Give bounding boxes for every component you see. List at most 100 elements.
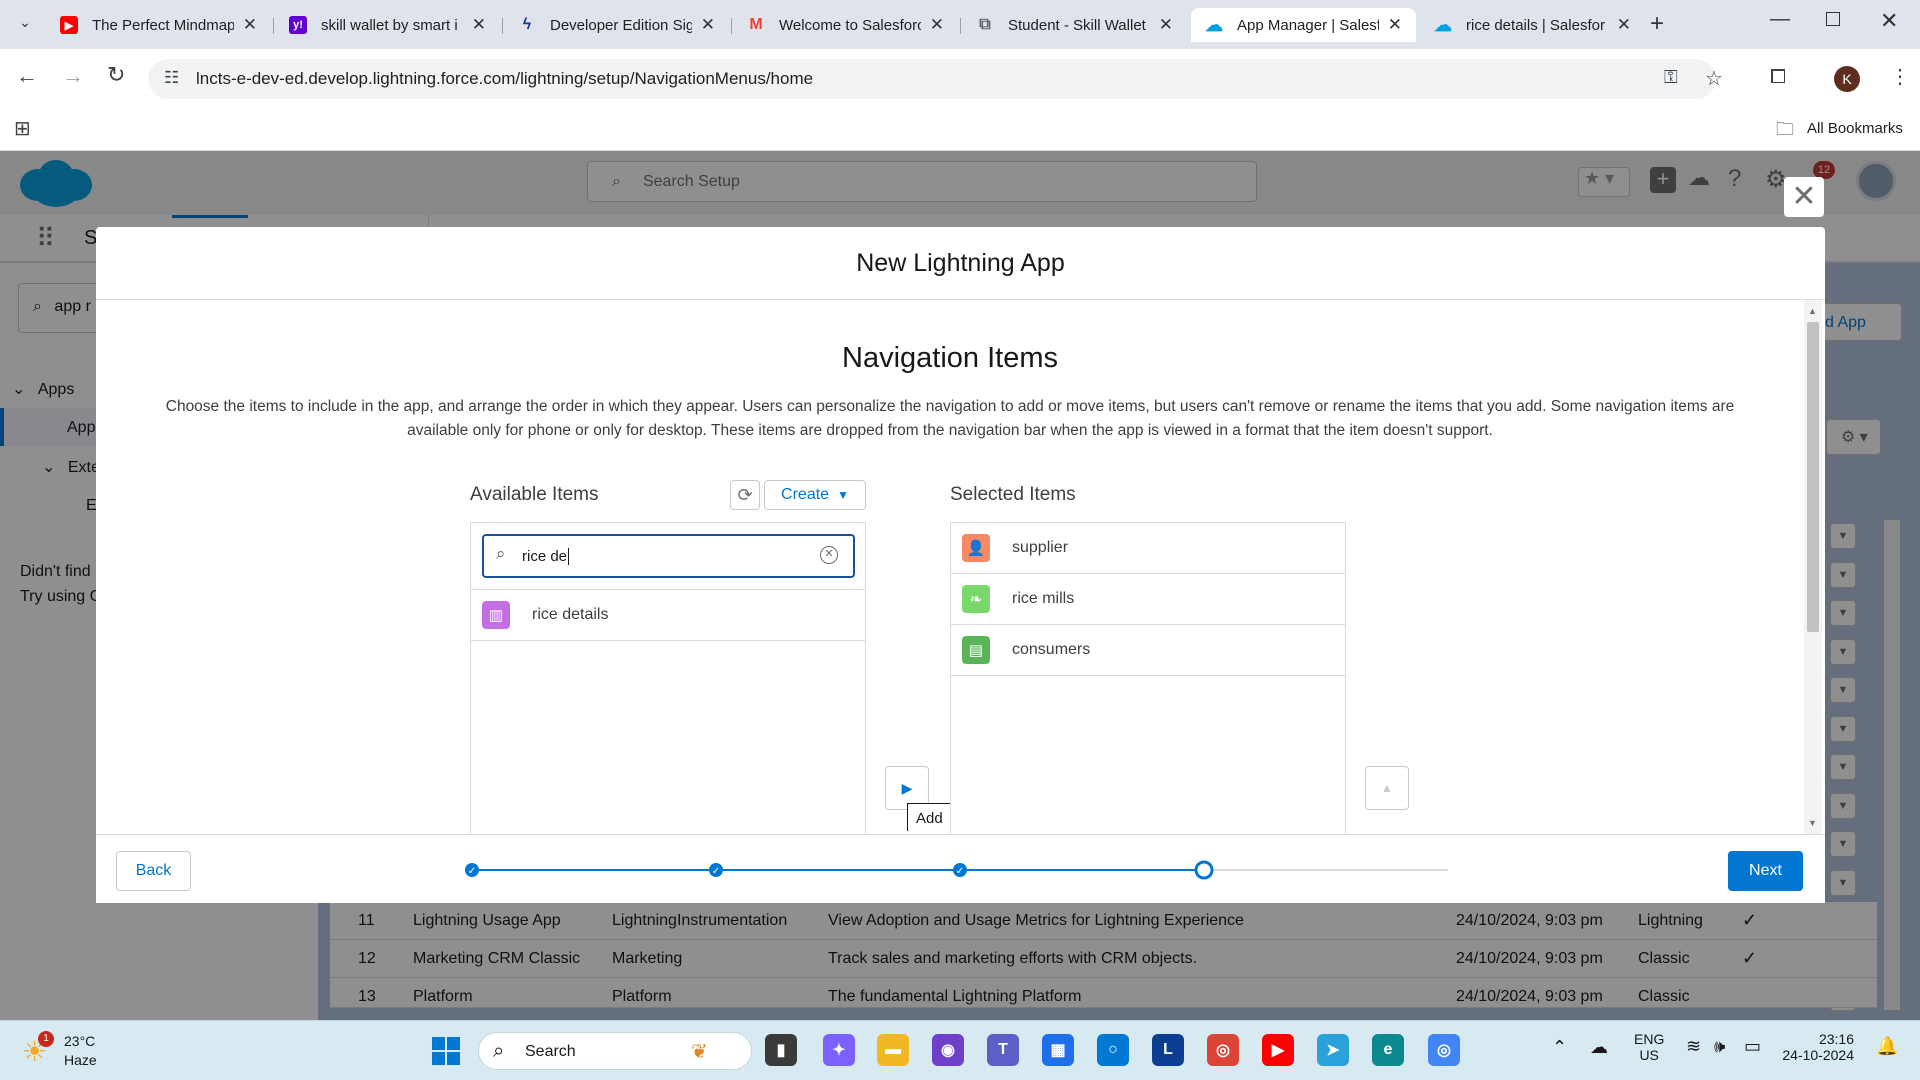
tab-title: rice details | Salesfor — [1466, 16, 1605, 34]
bookmark-star-icon[interactable]: ☆ — [1705, 66, 1723, 91]
clear-search-icon[interactable]: ✕ — [820, 546, 838, 564]
all-bookmarks-label[interactable]: All Bookmarks — [1807, 120, 1903, 137]
minimize-button[interactable]: — — [1770, 8, 1790, 31]
tab-student-skill-wallet[interactable]: ⧉ Student - Skill Wallet ✕ — [962, 8, 1187, 42]
create-dropdown-button[interactable]: Create ▼ — [764, 480, 866, 510]
close-tab-icon[interactable]: ✕ — [1159, 15, 1173, 35]
address-bar[interactable]: ☷ lncts-e-dev-ed.develop.lightning.force… — [148, 59, 1723, 99]
tab-title: Student - Skill Wallet — [1008, 16, 1146, 34]
lang-line-1: ENG — [1634, 1031, 1665, 1047]
weather-badge: 1 — [38, 1031, 54, 1047]
refresh-button[interactable]: ⟳ — [730, 480, 760, 510]
leaf-icon: ❧ — [962, 585, 990, 613]
back-button[interactable]: Back — [116, 851, 191, 891]
restore-button[interactable] — [1826, 12, 1840, 26]
language-indicator[interactable]: ENG US — [1634, 1031, 1664, 1063]
extensions-icon[interactable]: ⧠ — [1770, 66, 1786, 89]
clock[interactable]: 23:16 24-10-2024 — [1782, 1031, 1854, 1063]
password-key-icon[interactable]: ⚿ — [1664, 67, 1678, 88]
chrome-profile-icon[interactable]: ◎ — [1428, 1034, 1460, 1066]
tab-divider — [273, 18, 274, 34]
wifi-icon[interactable]: ≋ — [1686, 1036, 1701, 1057]
selected-items-rows: 👤 supplier ❧ rice mills ▤ consumers — [951, 523, 1345, 676]
search-highlight-icon: ❦ — [691, 1041, 708, 1063]
checkmark-icon: ✓ — [712, 866, 720, 877]
taskbar-search[interactable]: ⌕ Search ❦ — [478, 1032, 752, 1070]
cortana-icon[interactable]: ○ — [1097, 1034, 1129, 1066]
new-tab-button[interactable]: + — [1650, 10, 1664, 38]
reload-icon[interactable]: ↻ — [107, 62, 125, 88]
close-tab-icon[interactable]: ✕ — [1388, 15, 1402, 35]
tab-mindmap[interactable]: ▶ The Perfect Mindmap ✕ — [46, 8, 271, 42]
clock-date: 24-10-2024 — [1782, 1047, 1854, 1063]
modal-header: New Lightning App — [96, 227, 1825, 300]
scroll-down-arrow-icon[interactable]: ▼ — [1808, 818, 1817, 828]
weather-widget[interactable]: ☀ 1 23°C Haze — [22, 1031, 132, 1071]
apps-grid-icon[interactable]: ⊞ — [14, 116, 31, 141]
tab-search-button[interactable]: ⌄ — [12, 14, 38, 38]
create-label: Create — [781, 486, 830, 503]
available-items-list: ⌕ rice de ✕ ▥ rice details — [470, 522, 866, 834]
list-item[interactable]: ❧ rice mills — [951, 574, 1345, 625]
windows-start-icon[interactable] — [432, 1037, 460, 1065]
next-button[interactable]: Next — [1728, 851, 1803, 891]
list-item[interactable]: ▥ rice details — [471, 590, 865, 641]
available-items-label: Available Items — [470, 484, 599, 505]
tab-developer-edition[interactable]: ϟ Developer Edition Sig ✕ — [504, 8, 729, 42]
page-icon: ⧉ — [979, 16, 991, 33]
teams-icon[interactable]: T — [987, 1034, 1019, 1066]
tab-divider — [502, 18, 503, 34]
close-tab-icon[interactable]: ✕ — [243, 15, 257, 35]
file-explorer-icon[interactable]: ▬ — [877, 1034, 909, 1066]
salesforce-cloud-icon: ☁ — [1434, 14, 1452, 35]
back-arrow-icon[interactable]: ← — [16, 63, 38, 89]
notification-bell-icon[interactable]: 🔔 — [1876, 1036, 1898, 1057]
scroll-up-arrow-icon[interactable]: ▲ — [1808, 306, 1817, 316]
url-text: lncts-e-dev-ed.develop.lightning.force.c… — [196, 69, 814, 88]
contact-icon: 👤 — [962, 534, 990, 562]
modal-close-button[interactable]: ✕ — [1784, 177, 1824, 217]
list-item[interactable]: 👤 supplier — [951, 523, 1345, 574]
bookmarks-folder-icon[interactable]: 🗀 — [1776, 117, 1794, 147]
modal-body: Navigation Items Choose the items to inc… — [96, 300, 1825, 834]
tab-title: Welcome to Salesforc — [779, 16, 921, 34]
wizard-progress: ✓ ✓ ✓ — [465, 860, 1448, 880]
tab-rice-details[interactable]: ☁ rice details | Salesfor ✕ — [1420, 8, 1645, 42]
gmail-icon: M — [749, 16, 763, 33]
close-window-button[interactable]: ✕ — [1880, 8, 1898, 34]
tab-app-manager[interactable]: ☁ App Manager | Salesf ✕ — [1191, 8, 1416, 42]
available-search-input[interactable]: ⌕ rice de ✕ — [482, 534, 855, 578]
forward-arrow-icon[interactable]: → — [62, 63, 84, 89]
list-item[interactable]: ▤ consumers — [951, 625, 1345, 676]
volume-icon[interactable]: 🕪 — [1714, 1036, 1725, 1057]
close-tab-icon[interactable]: ✕ — [1617, 15, 1631, 35]
github-icon[interactable]: ◉ — [932, 1034, 964, 1066]
store-icon[interactable]: ▦ — [1042, 1034, 1074, 1066]
clock-time: 23:16 — [1818, 1031, 1854, 1047]
edge-icon[interactable]: e — [1372, 1034, 1404, 1066]
tab-skill-wallet[interactable]: y! skill wallet by smart i ✕ — [275, 8, 500, 42]
yahoo-icon: y! — [289, 16, 307, 34]
site-info-icon[interactable]: ☷ — [164, 68, 179, 88]
lens-icon[interactable]: L — [1152, 1034, 1184, 1066]
telegram-icon[interactable]: ➤ — [1317, 1034, 1349, 1066]
scrollbar-thumb[interactable] — [1807, 322, 1819, 632]
chrome-icon[interactable]: ◎ — [1207, 1034, 1239, 1066]
chevron-up-icon[interactable]: ⌃ — [1552, 1037, 1567, 1058]
youtube-icon[interactable]: ▶ — [1262, 1034, 1294, 1066]
battery-icon[interactable]: ▭ — [1744, 1036, 1761, 1057]
file-viewer-icon[interactable]: ▮ — [765, 1034, 797, 1066]
network-status-icon[interactable]: ☁ — [1590, 1037, 1608, 1058]
modal-scrollbar[interactable]: ▲ ▼ — [1804, 300, 1822, 834]
close-tab-icon[interactable]: ✕ — [701, 15, 715, 35]
close-tab-icon[interactable]: ✕ — [472, 15, 486, 35]
move-up-button[interactable]: ▲ — [1365, 766, 1409, 810]
browser-menu-icon[interactable]: ⋮ — [1890, 64, 1910, 89]
profile-avatar[interactable]: K — [1834, 66, 1860, 92]
tab-welcome-salesforce[interactable]: M Welcome to Salesforc ✕ — [733, 8, 958, 42]
weather-desc: Haze — [64, 1052, 97, 1068]
tab-divider — [960, 18, 961, 34]
copilot-icon[interactable]: ✦ — [823, 1034, 855, 1066]
close-tab-icon[interactable]: ✕ — [930, 15, 944, 35]
current-step-icon[interactable] — [1194, 860, 1214, 880]
